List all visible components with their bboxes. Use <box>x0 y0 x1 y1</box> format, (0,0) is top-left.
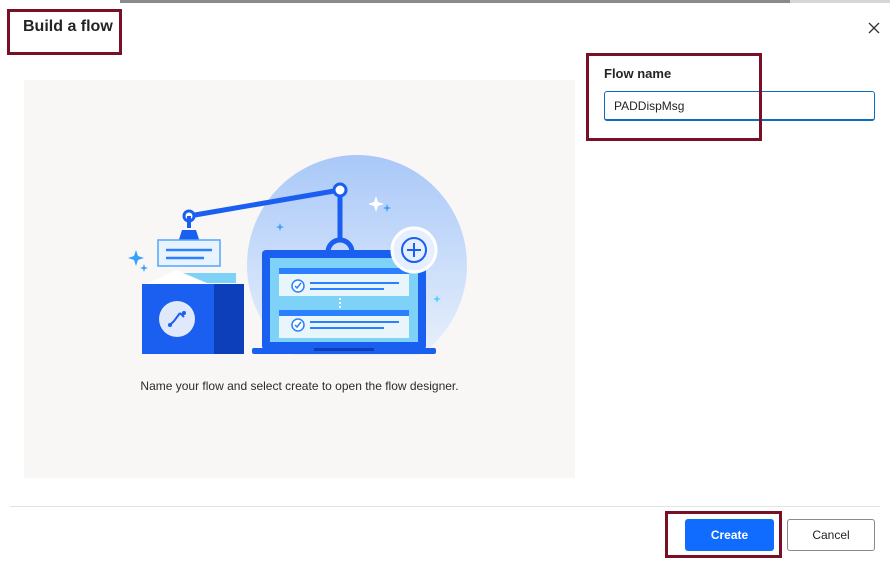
cancel-button[interactable]: Cancel <box>787 519 875 551</box>
flow-name-highlight-box <box>586 53 762 141</box>
close-button[interactable] <box>862 16 886 40</box>
title-highlight-box <box>7 9 122 55</box>
window-top-edge-light <box>790 0 890 3</box>
footer-divider <box>10 506 880 507</box>
flow-illustration <box>128 155 494 370</box>
illustration-panel: Name your flow and select create to open… <box>24 80 575 478</box>
close-icon <box>868 22 880 34</box>
box-graphic <box>142 270 244 354</box>
plus-badge-graphic <box>390 226 438 274</box>
create-highlight-box <box>665 511 782 558</box>
window-top-edge <box>120 0 790 3</box>
illustration-caption: Name your flow and select create to open… <box>140 379 459 393</box>
